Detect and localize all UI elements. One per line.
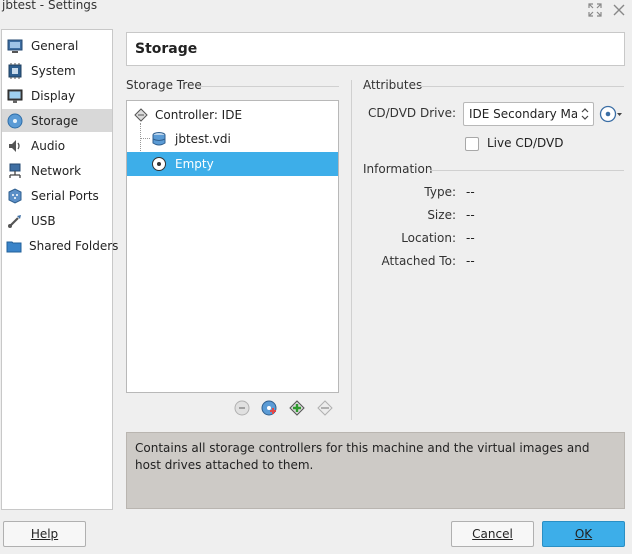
page-title: Storage: [135, 41, 198, 57]
optical-disc-icon: [151, 156, 167, 172]
display-icon: [6, 87, 24, 105]
tree-item-label: Controller: IDE: [155, 108, 243, 122]
tree-item-label: jbtest.vdi: [175, 132, 231, 146]
remove-attachment-button[interactable]: [233, 399, 251, 417]
cancel-button-label: Cancel: [472, 527, 513, 541]
info-size-label: Size:: [427, 208, 456, 222]
cancel-button[interactable]: Cancel: [451, 521, 534, 547]
choose-disk-button[interactable]: [599, 104, 623, 124]
cd-drive-select[interactable]: IDE Secondary Master: [463, 102, 594, 126]
cd-drive-label: CD/DVD Drive:: [368, 106, 456, 120]
sidebar-item-audio[interactable]: Audio: [2, 134, 112, 157]
add-attachment-button[interactable]: [260, 399, 278, 417]
description-panel: Contains all storage controllers for thi…: [126, 432, 625, 509]
info-type-label: Type:: [424, 185, 456, 199]
help-button[interactable]: Help: [3, 521, 86, 547]
sidebar-item-usb[interactable]: USB: [2, 209, 112, 232]
shared-folders-icon: [6, 237, 22, 255]
page-header: Storage: [126, 32, 625, 66]
sidebar-item-label: Display: [31, 88, 76, 103]
sidebar-item-shared-folders[interactable]: Shared Folders: [2, 234, 118, 257]
tree-item-controller-ide[interactable]: Controller: IDE: [127, 103, 338, 127]
remove-controller-button[interactable]: [316, 399, 334, 417]
sidebar-item-label: Audio: [31, 138, 66, 153]
live-cd-label[interactable]: Live CD/DVD: [487, 136, 563, 150]
sidebar-item-label: General: [31, 38, 79, 53]
panel-separator: [351, 80, 352, 420]
tree-item-hard-disk[interactable]: jbtest.vdi: [127, 127, 338, 151]
sidebar-item-storage[interactable]: Storage: [2, 109, 112, 132]
window-title: jbtest - Settings: [2, 0, 98, 12]
sidebar-item-label: System: [31, 63, 76, 78]
storage-icon: [6, 112, 24, 130]
maximize-icon[interactable]: [587, 2, 603, 18]
info-type-value: --: [466, 185, 475, 199]
sidebar-item-label: Network: [31, 163, 82, 178]
hard-disk-icon: [151, 131, 167, 147]
system-icon: [6, 62, 24, 80]
ok-button-label: OK: [574, 527, 593, 541]
attributes-title: Attributes: [363, 78, 423, 92]
sidebar-item-serial-ports[interactable]: Serial Ports: [2, 184, 112, 207]
ide-controller-icon: [133, 107, 149, 123]
info-attached-to-label: Attached To:: [381, 254, 456, 268]
network-icon: [6, 162, 24, 180]
help-button-label: Help: [30, 527, 59, 541]
sidebar-item-system[interactable]: System: [2, 59, 112, 82]
information-title: Information: [363, 162, 433, 176]
general-icon: [6, 37, 24, 55]
storage-tree-divider: [198, 86, 339, 87]
cd-drive-value: IDE Secondary Master: [469, 107, 577, 121]
information-divider: [430, 170, 624, 171]
sidebar-item-label: Serial Ports: [31, 188, 99, 203]
sidebar-item-general[interactable]: General: [2, 34, 112, 57]
serial-ports-icon: [6, 187, 24, 205]
audio-icon: [6, 137, 24, 155]
sidebar-item-label: USB: [31, 213, 56, 228]
live-cd-checkbox[interactable]: [465, 137, 479, 151]
storage-tree[interactable]: Controller: IDE jbtest.vdi Empty: [126, 100, 339, 393]
optical-disc-menu-icon: [599, 105, 622, 123]
add-controller-button[interactable]: [288, 399, 306, 417]
info-location-value: --: [466, 231, 475, 245]
info-location-label: Location:: [401, 231, 456, 245]
storage-tree-title: Storage Tree: [126, 78, 202, 92]
sidebar-item-display[interactable]: Display: [2, 84, 112, 107]
tree-item-optical-drive[interactable]: Empty: [127, 152, 338, 176]
sidebar-item-label: Shared Folders: [29, 238, 119, 253]
close-icon[interactable]: [611, 2, 627, 18]
sidebar-item-label: Storage: [31, 113, 78, 128]
sidebar-item-network[interactable]: Network: [2, 159, 112, 182]
tree-item-label: Empty: [175, 157, 214, 171]
spin-arrows-icon: [581, 108, 589, 120]
description-text: Contains all storage controllers for thi…: [135, 441, 590, 472]
ok-button[interactable]: OK: [542, 521, 625, 547]
info-size-value: --: [466, 208, 475, 222]
attributes-divider: [420, 86, 624, 87]
settings-sidebar: General System Display Storage Audio Net…: [1, 29, 118, 510]
info-attached-to-value: --: [466, 254, 475, 268]
usb-icon: [6, 212, 24, 230]
title-bar: jbtest - Settings: [0, 0, 632, 22]
